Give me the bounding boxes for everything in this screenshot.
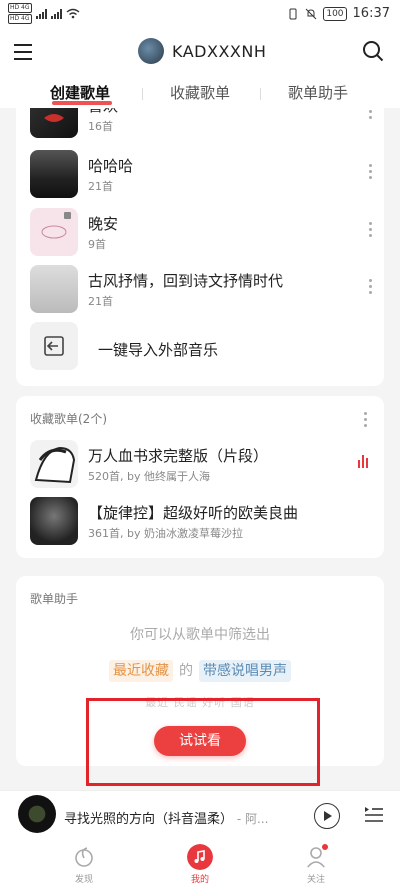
more-icon[interactable]: [364, 412, 368, 428]
highlight-frame: [86, 698, 320, 786]
tab-created[interactable]: 创建歌单: [50, 82, 110, 103]
playlist-cover: [30, 265, 78, 313]
playlist-cover: [30, 440, 78, 488]
list-item[interactable]: 【旋律控】超级好听的欧美良曲 361首, by 奶油冰激凌草莓沙拉: [30, 497, 375, 547]
player-artist: - 阿...: [233, 812, 269, 826]
playlist-title: 万人血书求完整版（片段）: [88, 447, 269, 465]
nav-label: 发现: [74, 875, 93, 885]
playlist-cover: [30, 150, 78, 198]
nav-label: 关注: [306, 875, 325, 885]
vibrate-icon: [289, 8, 297, 19]
playlist-count: 9首: [88, 238, 106, 251]
list-item[interactable]: 晚安 9首: [30, 208, 375, 258]
nav-follow[interactable]: 关注: [286, 844, 346, 885]
more-icon[interactable]: [369, 164, 373, 180]
playlist-subtitle: 361首, by 奶油冰激凌草莓沙拉: [88, 527, 243, 540]
music-note-icon: [187, 844, 213, 870]
import-button[interactable]: [30, 322, 78, 370]
wifi-icon: [66, 8, 79, 19]
playlist-title: 喜欢: [88, 108, 118, 116]
more-icon[interactable]: [369, 279, 373, 295]
list-item[interactable]: 万人血书求完整版（片段） 520首, by 他终属于人海: [30, 440, 375, 490]
list-item[interactable]: 古风抒情，回到诗文抒情时代 21首: [30, 265, 375, 315]
clock: 16:37: [352, 6, 390, 21]
playlist-icon[interactable]: [364, 805, 384, 823]
playlist-title: 哈哈哈: [88, 157, 134, 175]
discover-icon: [75, 847, 93, 867]
section-title: 歌单助手: [30, 592, 79, 606]
now-playing-icon: [358, 454, 370, 468]
play-button[interactable]: [314, 803, 340, 829]
import-label[interactable]: 一键导入外部音乐: [98, 339, 218, 360]
tag-recent-collected[interactable]: 最近收藏: [109, 660, 173, 682]
user-profile[interactable]: KADXXXNH: [138, 38, 266, 64]
playlist-cover: [30, 108, 78, 138]
player-song-title: 寻找光照的方向（抖音温柔）: [64, 812, 234, 827]
playlist-cover: [30, 208, 78, 256]
list-item[interactable]: 喜欢 16首: [30, 108, 375, 140]
import-icon: [44, 336, 64, 356]
battery-icon: 100: [323, 6, 347, 21]
playlist-title: 【旋律控】超级好听的欧美良曲: [88, 504, 299, 522]
playlist-subtitle: 520首, by 他终属于人海: [88, 470, 210, 483]
more-icon[interactable]: [369, 222, 373, 238]
sim-indicator: HD 4G HD 4G: [8, 3, 32, 24]
bottom-nav: 发现 我的 关注: [0, 840, 400, 888]
signal-icon-2: [50, 8, 62, 19]
active-tab-indicator: [52, 101, 112, 105]
search-icon[interactable]: [362, 40, 384, 62]
signal-icon: [35, 8, 47, 19]
mute-icon: [305, 8, 317, 19]
status-bar: HD 4G HD 4G 100 16:37: [0, 0, 400, 30]
playlist-count: 16首: [88, 120, 113, 133]
more-icon[interactable]: [369, 108, 373, 120]
playlist-count: 21首: [88, 295, 113, 308]
tag-rap-male[interactable]: 带感说唱男声: [199, 660, 291, 682]
created-playlists-card: 喜欢 16首 哈哈哈 21首 晚安 9首 古风抒情，回到诗文抒情时代 21首 一…: [16, 108, 384, 386]
username: KADXXXNH: [172, 41, 267, 61]
top-bar: KADXXXNH: [0, 30, 400, 74]
assistant-hint: 你可以从歌单中筛选出: [130, 627, 270, 643]
playlist-tabs: 创建歌单 收藏歌单 歌单助手: [0, 74, 400, 108]
mini-player[interactable]: 寻找光照的方向（抖音温柔） - 阿...: [0, 790, 400, 840]
playlist-cover: [30, 497, 78, 545]
tab-collected[interactable]: 收藏歌单: [170, 82, 230, 103]
tab-divider: [142, 88, 143, 100]
collected-playlists-card: 收藏歌单(2个) 万人血书求完整版（片段） 520首, by 他终属于人海 【旋…: [16, 396, 384, 558]
tag-joiner: 的: [179, 663, 193, 679]
nav-mine[interactable]: 我的: [170, 844, 230, 885]
menu-icon[interactable]: [14, 44, 32, 60]
playlist-count: 21首: [88, 180, 113, 193]
album-disc[interactable]: [18, 795, 56, 833]
tab-divider: [260, 88, 261, 100]
assistant-tags: 最近收藏的带感说唱男声: [16, 660, 384, 682]
avatar[interactable]: [138, 38, 164, 64]
player-song: 寻找光照的方向（抖音温柔） - 阿...: [64, 808, 268, 827]
tab-assistant[interactable]: 歌单助手: [288, 82, 348, 103]
playlist-title: 古风抒情，回到诗文抒情时代: [88, 272, 284, 290]
nav-label: 我的: [190, 875, 209, 885]
sim1-label: HD 4G: [8, 3, 32, 13]
playlist-title: 晚安: [88, 215, 119, 233]
notification-dot: [322, 844, 328, 850]
sim2-label: HD 4G: [8, 14, 32, 24]
section-title: 收藏歌单(2个): [30, 412, 107, 426]
list-item[interactable]: 哈哈哈 21首: [30, 150, 375, 200]
nav-discover[interactable]: 发现: [54, 844, 114, 885]
